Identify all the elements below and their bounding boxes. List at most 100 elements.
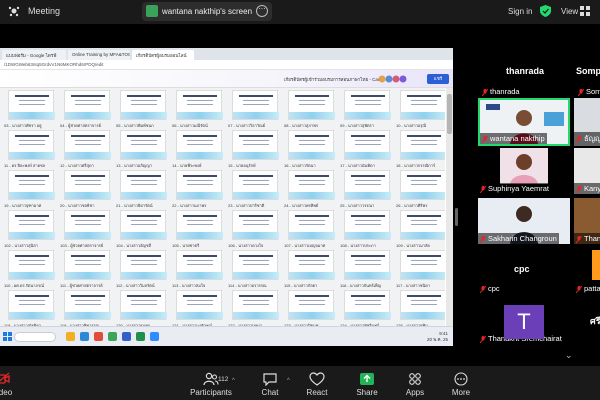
chat-button[interactable]: Chat [248, 372, 292, 397]
more-button[interactable]: More [439, 372, 483, 397]
taskbar-search-box[interactable] [14, 332, 56, 342]
more-options-icon[interactable]: ⋯ [256, 5, 268, 17]
address-bar[interactable]: /1DWGWeb63ntq5GrdvV1N6MKORhd6rPDQ/edit [0, 60, 453, 70]
certificate-thumbnail[interactable] [176, 290, 223, 320]
certificate-thumbnail[interactable] [232, 210, 279, 240]
apps-button[interactable]: Apps [393, 372, 437, 397]
participant-tile[interactable]: Sakharin Changroun [478, 198, 570, 244]
certificate-thumbnail[interactable] [400, 290, 445, 320]
vertical-scrollbar[interactable] [446, 88, 453, 326]
windows-start-icon[interactable] [3, 332, 12, 341]
scrollbar-thumb[interactable] [447, 94, 452, 134]
file-explorer-icon[interactable] [66, 332, 75, 341]
certificate-thumbnail[interactable] [232, 250, 279, 280]
word-icon[interactable] [122, 332, 131, 341]
view-button[interactable]: View [561, 7, 578, 16]
participant-tile[interactable]: cpc cpc [478, 248, 570, 294]
certificate-heading-line [239, 95, 273, 97]
participant-tile-active-speaker[interactable]: wantana nakthip [478, 98, 570, 146]
certificate-thumbnail[interactable] [64, 250, 111, 280]
participant-tile[interactable]: Sompi [574, 84, 600, 98]
browser-tab[interactable]: Online Training by MFA&TOGS [68, 50, 130, 60]
certificate-thumbnail[interactable] [400, 90, 445, 120]
edge-browser-icon[interactable] [80, 332, 89, 341]
editor-share-button[interactable]: แชร์ [427, 74, 449, 84]
heart-icon [309, 372, 325, 386]
browser-tab[interactable]: แบบฟอร์ม - Google ไดรฟ์ [2, 50, 66, 60]
certificate-thumbnail[interactable] [288, 290, 335, 320]
certificate-heading-line [351, 135, 385, 137]
certificate-heading-line [183, 95, 217, 97]
certificate-thumbnail[interactable] [344, 90, 391, 120]
certificate-thumbnail[interactable] [8, 210, 55, 240]
share-screen-button[interactable]: Share [345, 372, 389, 397]
chevron-up-icon[interactable]: ^ [232, 378, 235, 384]
shield-icon[interactable] [540, 5, 551, 17]
certificate-thumbnail[interactable] [176, 210, 223, 240]
certificate-thumbnail[interactable] [8, 250, 55, 280]
browser-tab-active[interactable]: เกียรติบัตรผู้อบรมออนไลน์ [132, 50, 194, 60]
certificate-thumbnail[interactable] [8, 90, 55, 120]
certificate-thumbnail[interactable] [400, 250, 445, 280]
participant-tile[interactable]: ธัญญ [574, 98, 600, 146]
taskbar-clock[interactable]: 9:41 20 พ.ค. 25 [420, 331, 448, 343]
chrome-browser-icon[interactable] [108, 332, 117, 341]
participant-tile[interactable]: Kanya [574, 148, 600, 194]
app-icon[interactable] [94, 332, 103, 341]
participant-tile[interactable]: Thana [574, 198, 600, 244]
certificate-thumbnail[interactable] [176, 130, 223, 160]
react-button[interactable]: React [295, 372, 339, 397]
certificate-thumbnail[interactable] [400, 170, 445, 200]
certificate-thumbnail[interactable] [120, 290, 167, 320]
participant-tile[interactable]: ศรีนิ [574, 298, 600, 344]
certificate-thumbnail[interactable] [288, 130, 335, 160]
chevron-up-icon[interactable]: ^ [287, 378, 290, 384]
certificate-thumbnail[interactable] [232, 170, 279, 200]
certificate-thumbnail[interactable] [176, 90, 223, 120]
participant-tile[interactable]: pattay [574, 248, 600, 294]
certificate-thumbnail[interactable] [400, 210, 445, 240]
certificate-thumbnail[interactable] [64, 210, 111, 240]
certificate-thumbnail[interactable] [232, 130, 279, 160]
certificate-thumbnail[interactable] [344, 210, 391, 240]
certificate-text-line [131, 104, 157, 105]
participant-tile[interactable]: Suphinya Yaemrat [478, 148, 570, 194]
certificate-thumbnail[interactable] [8, 290, 55, 320]
certificate-thumbnail[interactable] [120, 90, 167, 120]
document-title[interactable]: เกียรติบัตรผู้เข้าร่วมอบรมการสอนภาษาไทย … [284, 76, 385, 83]
sign-in-link[interactable]: Sign in [508, 7, 532, 16]
certificate-thumbnail[interactable] [344, 250, 391, 280]
video-button[interactable]: Video [0, 372, 24, 397]
certificate-wave-decoration [177, 232, 223, 239]
certificate-thumbnail[interactable] [232, 290, 279, 320]
certificate-thumbnail[interactable] [344, 130, 391, 160]
certificate-thumbnail[interactable] [64, 170, 111, 200]
certificate-thumbnail[interactable] [176, 250, 223, 280]
certificate-thumbnail[interactable] [288, 90, 335, 120]
certificate-thumbnail[interactable] [120, 210, 167, 240]
grid-view-icon[interactable] [580, 6, 590, 16]
certificate-thumbnail[interactable] [344, 290, 391, 320]
certificate-thumbnail[interactable] [64, 130, 111, 160]
certificate-thumbnail[interactable] [8, 170, 55, 200]
certificate-wave-decoration [345, 192, 391, 199]
chevron-down-icon[interactable]: ⌄ [565, 350, 573, 361]
certificate-thumbnail[interactable] [400, 130, 445, 160]
certificate-thumbnail[interactable] [8, 130, 55, 160]
zoom-app-icon[interactable] [150, 332, 159, 341]
participant-tile[interactable]: thanrada [478, 84, 570, 98]
certificate-thumbnail[interactable] [288, 170, 335, 200]
certificate-thumbnail[interactable] [64, 90, 111, 120]
certificate-thumbnail[interactable] [120, 170, 167, 200]
excel-icon[interactable] [136, 332, 145, 341]
certificate-thumbnail[interactable] [176, 170, 223, 200]
certificate-thumbnail[interactable] [344, 170, 391, 200]
certificate-thumbnail[interactable] [288, 210, 335, 240]
panel-resize-handle[interactable] [455, 208, 458, 226]
certificate-thumbnail[interactable] [288, 250, 335, 280]
screen-share-indicator[interactable]: wantana nakthip's screen ⋯ [142, 2, 272, 21]
certificate-thumbnail[interactable] [64, 290, 111, 320]
certificate-thumbnail[interactable] [120, 130, 167, 160]
certificate-thumbnail[interactable] [232, 90, 279, 120]
certificate-thumbnail[interactable] [120, 250, 167, 280]
